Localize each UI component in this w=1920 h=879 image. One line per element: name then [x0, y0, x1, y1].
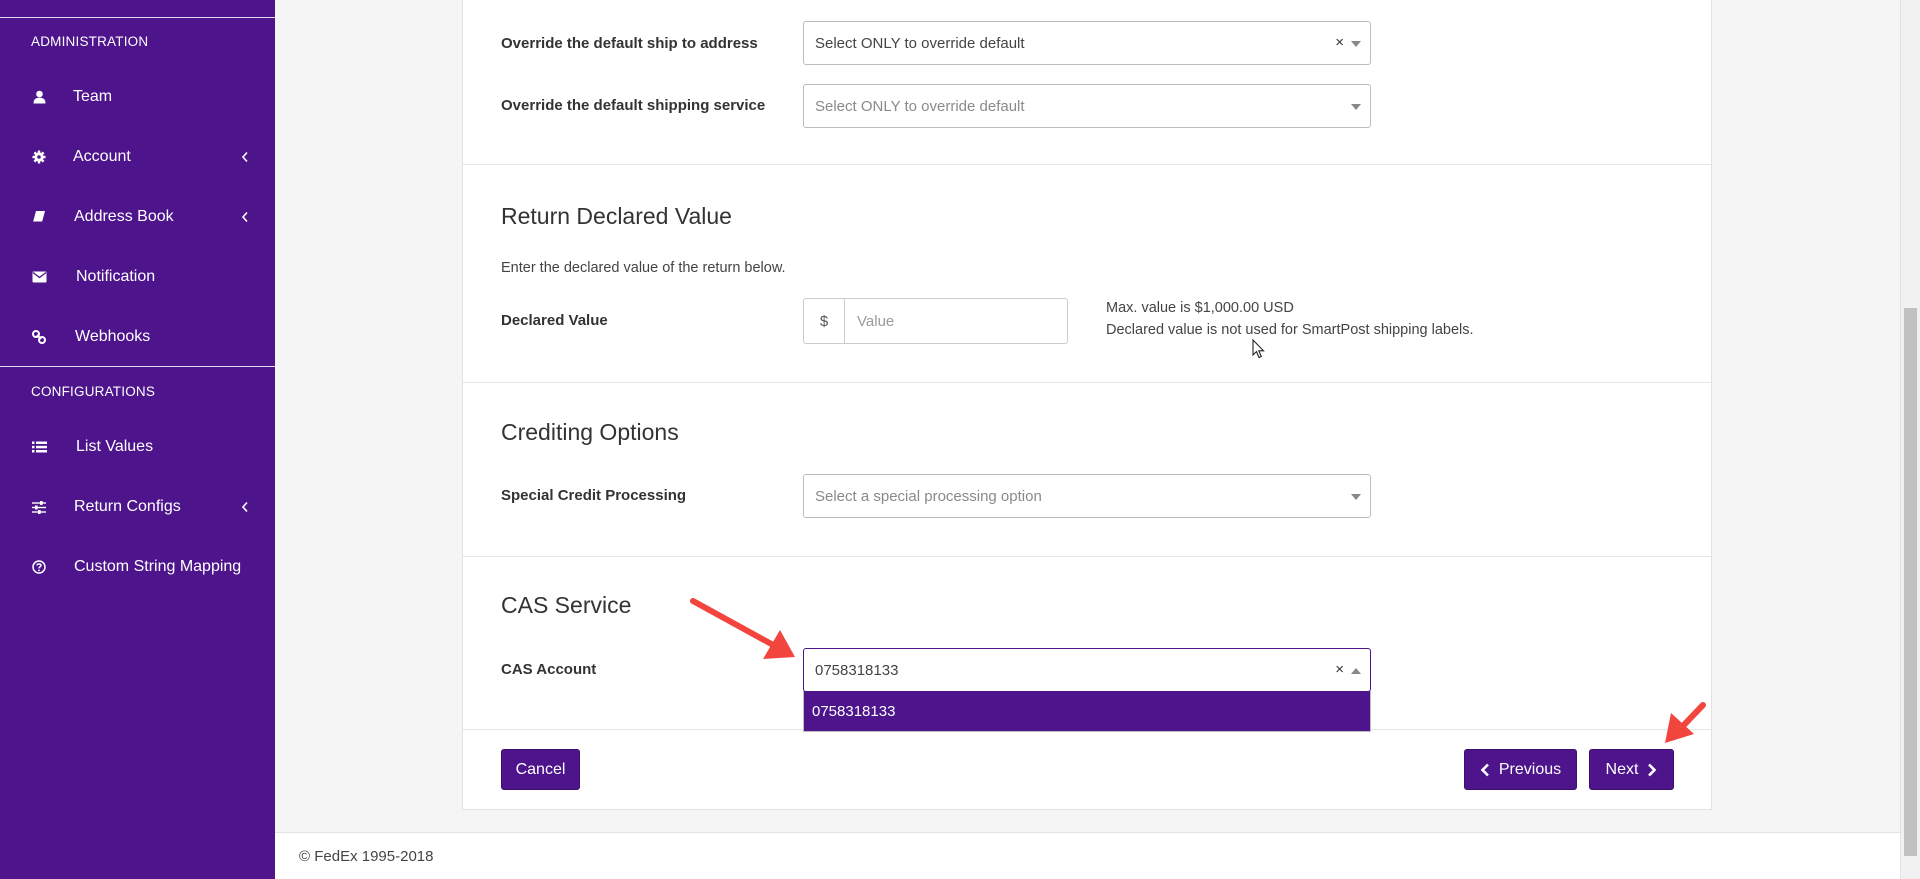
copyright-text: © FedEx 1995-2018: [299, 848, 434, 865]
declared-value-label: Declared Value: [501, 312, 608, 329]
link-icon: [31, 329, 47, 345]
chevron-right-icon: [1648, 763, 1657, 776]
cas-account-option[interactable]: 0758318133: [804, 691, 1370, 731]
page-scrollbar[interactable]: [1900, 0, 1920, 879]
caret-down-icon[interactable]: [1351, 104, 1361, 110]
list-icon: [31, 439, 47, 455]
sidebar: ADMINISTRATION Team Account Address Book…: [0, 0, 275, 879]
sidebar-divider: [0, 366, 275, 367]
cas-account-select[interactable]: 0758318133 ×: [803, 648, 1371, 692]
next-button[interactable]: Next: [1589, 749, 1674, 790]
sidebar-item-label: List Values: [76, 438, 154, 455]
sidebar-item-label: Custom String Mapping: [74, 558, 242, 575]
special-credit-label: Special Credit Processing: [501, 487, 687, 504]
sidebar-item-list-values[interactable]: List Values: [0, 427, 275, 467]
sidebar-item-label: Return Configs: [74, 498, 181, 515]
previous-button[interactable]: Previous: [1464, 749, 1577, 790]
mouse-cursor-icon: [1252, 339, 1265, 359]
declared-value-input-group: $: [803, 298, 1068, 344]
scrollbar-thumb[interactable]: [1904, 308, 1917, 856]
ship-to-label: Override the default ship to address: [501, 35, 758, 52]
previous-button-label: Previous: [1498, 760, 1562, 778]
cas-account-dropdown: 0758318133: [803, 691, 1371, 732]
declared-value-section-title: Return Declared Value: [501, 203, 732, 229]
user-icon: [31, 89, 47, 105]
clear-icon[interactable]: ×: [1335, 661, 1344, 678]
sidebar-item-label: Team: [73, 88, 113, 105]
envelope-icon: [31, 269, 47, 285]
clear-icon[interactable]: ×: [1335, 34, 1344, 51]
ship-to-value: Select ONLY to override default: [815, 35, 1025, 52]
cas-service-section-title: CAS Service: [501, 592, 632, 618]
sidebar-heading-configurations: CONFIGURATIONS: [31, 384, 156, 399]
caret-down-icon[interactable]: [1351, 494, 1361, 500]
sidebar-item-label: Address Book: [74, 208, 174, 225]
shipping-service-label: Override the default shipping service: [501, 97, 766, 114]
currency-addon: $: [803, 298, 845, 344]
sidebar-item-label: Webhooks: [75, 328, 151, 345]
section-divider: [463, 556, 1711, 557]
sidebar-item-notification[interactable]: Notification: [0, 257, 275, 297]
book-icon: [31, 209, 47, 225]
sidebar-item-webhooks[interactable]: Webhooks: [0, 317, 275, 357]
sliders-icon: [31, 499, 47, 515]
gear-icon: [31, 149, 47, 165]
sidebar-item-custom-string-mapping[interactable]: Custom String Mapping: [0, 547, 275, 587]
sidebar-item-label: Account: [73, 148, 131, 165]
page-footer: © FedEx 1995-2018: [275, 832, 1900, 879]
declared-value-intro: Enter the declared value of the return b…: [501, 260, 786, 276]
ship-to-select[interactable]: Select ONLY to override default ×: [803, 21, 1371, 65]
declared-value-input[interactable]: [844, 298, 1068, 344]
crediting-options-section-title: Crediting Options: [501, 419, 679, 445]
sidebar-heading-administration: ADMINISTRATION: [31, 34, 149, 49]
cas-account-value: 0758318133: [815, 662, 899, 679]
chevron-left-icon: [241, 211, 248, 223]
sidebar-item-team[interactable]: Team: [0, 77, 275, 117]
cas-account-label: CAS Account: [501, 661, 597, 678]
declared-value-max-note: Max. value is $1,000.00 USD: [1106, 300, 1294, 316]
sidebar-item-label: Notification: [76, 268, 156, 285]
caret-up-icon[interactable]: [1351, 668, 1361, 674]
sidebar-item-return-configs[interactable]: Return Configs: [0, 487, 275, 527]
cancel-button[interactable]: Cancel: [501, 749, 580, 790]
section-divider: [463, 382, 1711, 383]
caret-down-icon[interactable]: [1351, 41, 1361, 47]
chevron-left-icon: [241, 501, 248, 513]
shipping-service-select[interactable]: Select ONLY to override default: [803, 84, 1371, 128]
shipping-service-placeholder: Select ONLY to override default: [815, 98, 1025, 115]
chevron-left-icon: [241, 151, 248, 163]
cancel-button-label: Cancel: [515, 760, 566, 778]
sidebar-item-account[interactable]: Account: [0, 137, 275, 177]
return-form-card: Override the default ship to address Sel…: [462, 0, 1712, 810]
question-circle-icon: [31, 559, 47, 575]
special-credit-placeholder: Select a special processing option: [815, 488, 1042, 505]
next-button-label: Next: [1605, 760, 1639, 778]
sidebar-divider: [0, 17, 275, 18]
chevron-left-icon: [1480, 763, 1489, 776]
section-divider: [463, 164, 1711, 165]
special-credit-select[interactable]: Select a special processing option: [803, 474, 1371, 518]
sidebar-item-address-book[interactable]: Address Book: [0, 197, 275, 237]
declared-value-smartpost-note: Declared value is not used for SmartPost…: [1106, 322, 1474, 338]
